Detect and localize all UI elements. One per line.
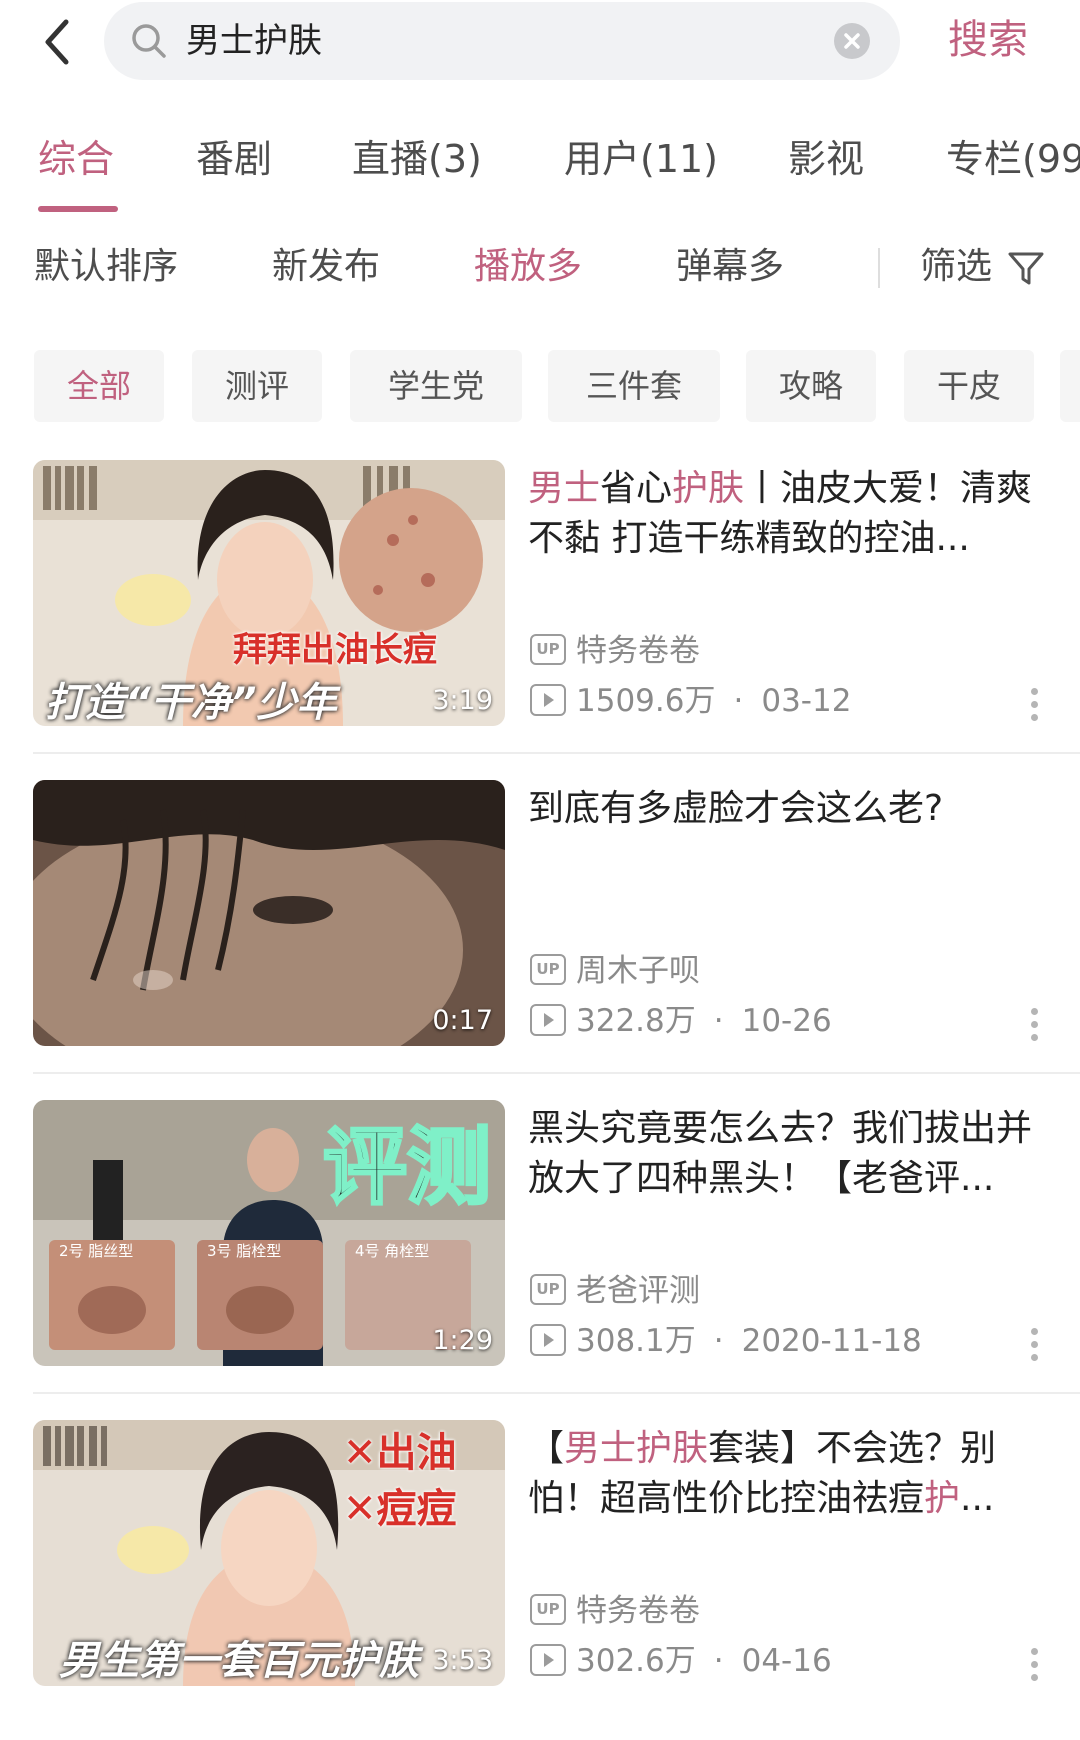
thumbnail-caption: 3号 脂栓型	[207, 1242, 282, 1260]
more-options-icon[interactable]	[1026, 1328, 1042, 1368]
uploader-name: 老爸评测	[576, 1273, 700, 1309]
chip-more[interactable]	[1060, 350, 1080, 422]
video-card[interactable]: 0:17 到底有多虚脸才会这么老? UP 周木子呗 322.8万 · 10-26	[0, 780, 1080, 1100]
card-divider	[33, 1072, 1080, 1074]
view-count: 1509.6万	[576, 683, 716, 719]
sort-most-danmaku[interactable]: 弹幕多	[676, 242, 784, 292]
uploader-name: 周木子呗	[576, 953, 700, 989]
thumbnail-caption: ✕痘痘	[343, 1486, 457, 1532]
play-count-icon	[530, 683, 566, 716]
thumbnail-caption: 拜拜出油长痘	[233, 630, 437, 670]
sort-default[interactable]: 默认排序	[34, 242, 178, 292]
filter-icon[interactable]	[1006, 248, 1046, 288]
chip-dry-skin[interactable]: 干皮	[904, 350, 1034, 422]
search-button[interactable]: 搜索	[948, 14, 1028, 66]
view-count: 308.1万	[576, 1323, 696, 1359]
uploader-row[interactable]: UP 特务卷卷	[530, 1590, 700, 1632]
video-card[interactable]: 拜拜出油长痘 打造“干净”少年 3:19 男士省心护肤丨油皮大爱！清爽不黏 打造…	[0, 460, 1080, 780]
thumbnail-caption: ✕出油	[343, 1430, 457, 1476]
video-thumbnail[interactable]: 0:17	[33, 780, 505, 1046]
stats-row: 1509.6万 · 03-12	[530, 680, 851, 722]
video-thumbnail[interactable]: 评测 2号 脂丝型 3号 脂栓型 4号 角栓型 1:29	[33, 1100, 505, 1366]
publish-date: 04-16	[741, 1643, 832, 1679]
uploader-name: 特务卷卷	[576, 633, 700, 669]
tab-users[interactable]: 用户(11)	[564, 134, 718, 184]
search-header: 男士护肤 搜索	[0, 0, 1080, 90]
tab-bangumi[interactable]: 番剧	[196, 134, 272, 184]
tab-articles[interactable]: 专栏(99	[946, 134, 1080, 184]
tab-live[interactable]: 直播(3)	[352, 134, 482, 184]
video-title[interactable]: 黑头究竟要怎么去？我们拔出并放大了四种黑头！【老爸评...	[528, 1104, 1048, 1204]
up-icon: UP	[530, 1274, 566, 1305]
active-tab-indicator	[38, 206, 118, 212]
video-title[interactable]: 【男士护肤套装】不会选？别怕！超高性价比控油祛痘护...	[528, 1424, 1048, 1524]
search-input[interactable]: 男士护肤	[104, 2, 900, 80]
video-thumbnail[interactable]: ✕出油 ✕痘痘 男生第一套百元护肤 3:53	[33, 1420, 505, 1686]
chip-guide[interactable]: 攻略	[746, 350, 876, 422]
stats-row: 302.6万 · 04-16	[530, 1640, 832, 1682]
video-title[interactable]: 男士省心护肤丨油皮大爱！清爽不黏 打造干练精致的控油...	[528, 464, 1048, 564]
stats-row: 322.8万 · 10-26	[530, 1000, 832, 1042]
video-duration: 3:53	[432, 1645, 493, 1676]
result-tabs: 综合 番剧 直播(3) 用户(11) 影视 专栏(99	[0, 122, 1080, 212]
thumbnail-caption: 男生第一套百元护肤	[59, 1638, 419, 1684]
up-icon: UP	[530, 634, 566, 665]
category-chips: 全部 测评 学生党 三件套 攻略 干皮	[0, 350, 1080, 422]
uploader-name: 特务卷卷	[576, 1593, 700, 1629]
thumbnail-caption: 2号 脂丝型	[59, 1242, 134, 1260]
chip-review[interactable]: 测评	[192, 350, 322, 422]
play-count-icon	[530, 1323, 566, 1356]
publish-date: 10-26	[741, 1003, 832, 1039]
up-icon: UP	[530, 1594, 566, 1625]
more-options-icon[interactable]	[1026, 688, 1042, 728]
video-duration: 1:29	[432, 1325, 493, 1356]
sort-most-played[interactable]: 播放多	[474, 242, 582, 292]
video-duration: 3:19	[432, 685, 493, 716]
up-icon: UP	[530, 954, 566, 985]
tab-all[interactable]: 综合	[38, 134, 114, 184]
video-duration: 0:17	[432, 1005, 493, 1036]
thumbnail-caption: 评测	[321, 1117, 492, 1218]
uploader-row[interactable]: UP 老爸评测	[530, 1270, 700, 1312]
play-count-icon	[530, 1003, 566, 1036]
stats-row: 308.1万 · 2020-11-18	[530, 1320, 922, 1362]
tab-film[interactable]: 影视	[788, 134, 864, 184]
uploader-row[interactable]: UP 周木子呗	[530, 950, 700, 992]
sort-bar: 默认排序 新发布 播放多 弹幕多 筛选	[0, 240, 1080, 300]
search-query[interactable]: 男士护肤	[186, 18, 322, 64]
chip-all[interactable]: 全部	[34, 350, 164, 422]
card-divider	[33, 752, 1080, 754]
more-options-icon[interactable]	[1026, 1648, 1042, 1688]
play-count-icon	[530, 1643, 566, 1676]
view-count: 322.8万	[576, 1003, 696, 1039]
sort-newest[interactable]: 新发布	[272, 242, 380, 292]
back-icon[interactable]	[38, 14, 78, 70]
video-card[interactable]: ✕出油 ✕痘痘 男生第一套百元护肤 3:53 【男士护肤套装】不会选？别怕！超高…	[0, 1420, 1080, 1740]
video-thumbnail[interactable]: 拜拜出油长痘 打造“干净”少年 3:19	[33, 460, 505, 726]
publish-date: 2020-11-18	[741, 1323, 922, 1359]
chip-three-piece[interactable]: 三件套	[548, 350, 720, 422]
filter-button[interactable]: 筛选	[920, 242, 992, 292]
video-card[interactable]: 评测 2号 脂丝型 3号 脂栓型 4号 角栓型 1:29 黑头究竟要怎么去？我们…	[0, 1100, 1080, 1420]
search-icon	[132, 24, 166, 58]
view-count: 302.6万	[576, 1643, 696, 1679]
video-title[interactable]: 到底有多虚脸才会这么老?	[528, 784, 1048, 834]
clear-icon[interactable]	[834, 23, 870, 59]
thumbnail-caption: 打造“干净”少年	[45, 680, 337, 726]
uploader-row[interactable]: UP 特务卷卷	[530, 630, 700, 672]
thumbnail-caption: 4号 角栓型	[355, 1242, 430, 1260]
more-options-icon[interactable]	[1026, 1008, 1042, 1048]
sort-divider	[878, 248, 880, 288]
publish-date: 03-12	[761, 683, 852, 719]
chip-student[interactable]: 学生党	[350, 350, 522, 422]
card-divider	[33, 1392, 1080, 1394]
